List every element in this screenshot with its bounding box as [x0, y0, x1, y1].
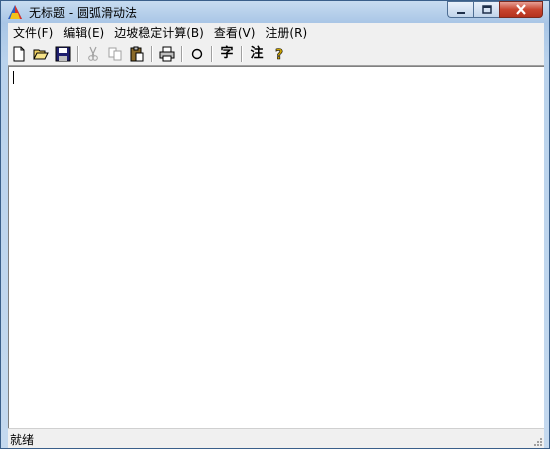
app-icon	[7, 4, 23, 20]
paste-clipboard-icon	[130, 46, 144, 62]
paste-button[interactable]	[126, 43, 148, 65]
menu-edit[interactable]: 编辑(E)	[58, 23, 109, 43]
toolbar-separator	[77, 46, 79, 62]
toolbar-separator	[211, 46, 213, 62]
new-button[interactable]	[8, 43, 30, 65]
status-bar: 就绪	[8, 428, 544, 448]
note-button-label: 注	[250, 46, 264, 61]
caption-buttons	[447, 1, 543, 19]
text-button-label: 字	[220, 46, 234, 61]
open-folder-icon	[33, 49, 49, 60]
menu-slope-stability[interactable]: 边坡稳定计算(B)	[109, 23, 209, 43]
toolbar-separator	[181, 46, 183, 62]
title-bar[interactable]: 无标题 - 圆弧滑动法	[1, 1, 549, 23]
minimize-icon	[456, 11, 465, 14]
menu-file[interactable]: 文件(F)	[8, 23, 58, 43]
maximize-icon	[481, 4, 492, 14]
printer-icon	[159, 46, 175, 62]
text-caret	[13, 71, 14, 84]
save-button[interactable]	[52, 43, 74, 65]
help-question-icon: ?	[275, 47, 284, 62]
copy-icon	[108, 47, 122, 61]
svg-text:?: ?	[275, 47, 283, 62]
maximize-button[interactable]	[473, 1, 499, 18]
open-button[interactable]	[30, 43, 52, 65]
document-area[interactable]	[8, 66, 544, 428]
app-window: 无标题 - 圆弧滑动法 文件(F) 编辑(E) 边坡稳定计算(B) 查看(V) …	[0, 0, 550, 449]
close-button[interactable]	[499, 1, 543, 18]
menu-bar: 文件(F) 编辑(E) 边坡稳定计算(B) 查看(V) 注册(R)	[8, 23, 544, 44]
toolbar-separator	[241, 46, 243, 62]
toolbar-separator	[151, 46, 153, 62]
new-file-icon	[13, 46, 25, 62]
help-button[interactable]: ?	[268, 43, 290, 65]
toolbar: 字 注 ?	[8, 43, 544, 66]
menu-register[interactable]: 注册(R)	[260, 23, 312, 43]
copy-button[interactable]	[104, 43, 126, 65]
minimize-button[interactable]	[447, 1, 473, 18]
note-button[interactable]: 注	[246, 43, 268, 65]
cut-scissors-icon	[88, 46, 98, 61]
menu-view[interactable]: 查看(V)	[209, 23, 261, 43]
cut-button[interactable]	[82, 43, 104, 65]
text-button[interactable]: 字	[216, 43, 238, 65]
close-icon	[516, 4, 526, 15]
circle-icon	[191, 48, 203, 60]
print-button[interactable]	[156, 43, 178, 65]
status-text: 就绪	[10, 433, 35, 447]
save-disk-icon	[55, 46, 71, 62]
window-title: 无标题 - 圆弧滑动法	[29, 6, 137, 20]
resize-grip-icon[interactable]	[531, 435, 543, 447]
circle-button[interactable]	[186, 43, 208, 65]
